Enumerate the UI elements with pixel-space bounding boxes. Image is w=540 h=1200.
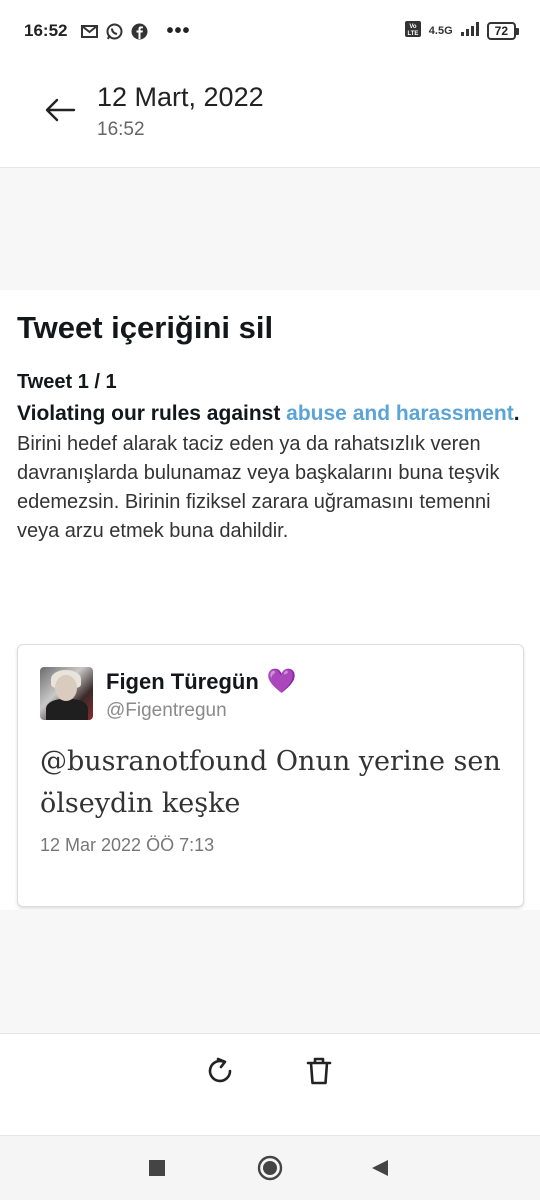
tweet-count: Tweet 1 / 1 (17, 371, 117, 393)
header-title: 12 Mart, 2022 (97, 82, 264, 112)
square-icon (149, 1160, 165, 1176)
arrow-left-icon (45, 98, 76, 122)
system-nav-bar (0, 1136, 540, 1200)
volte-icon: Vo LTE (404, 20, 421, 42)
back-button[interactable] (40, 92, 80, 128)
facebook-icon (131, 23, 148, 40)
gmail-icon (81, 24, 99, 38)
network-type: 4.5G (428, 25, 453, 37)
delete-button[interactable] (301, 1053, 337, 1089)
violation-suffix: . (513, 402, 520, 425)
action-bar (0, 1033, 540, 1136)
author-handle: @Figentregun (106, 700, 227, 721)
status-right: Vo LTE 4.5G 72 (404, 20, 520, 42)
recents-button[interactable] (143, 1154, 171, 1182)
header: 12 Mart, 2022 16:52 (0, 62, 540, 168)
violation-text: Violating our rules against abuse and ha… (17, 400, 523, 428)
notification-icons (81, 23, 148, 40)
spacer-top (0, 168, 540, 290)
status-bar: 16:52 ••• Vo LTE 4.5G 72 (0, 0, 540, 62)
svg-text:Vo: Vo (409, 24, 417, 30)
system-back-button[interactable] (366, 1154, 394, 1182)
status-time: 16:52 (24, 21, 68, 40)
avatar (40, 667, 93, 720)
circle-icon (257, 1155, 283, 1181)
more-notifications-icon: ••• (166, 19, 191, 42)
home-button[interactable] (256, 1154, 284, 1182)
tweet-text: @busranotfound Onun yerine sen ölseydin … (40, 746, 501, 819)
svg-text:LTE: LTE (407, 31, 418, 37)
trash-icon (306, 1057, 332, 1085)
whatsapp-icon (106, 23, 123, 40)
battery-indicator: 72 (486, 22, 520, 40)
status-left: 16:52 ••• (24, 20, 191, 43)
header-subtitle: 16:52 (97, 119, 145, 140)
violation-prefix: Violating our rules against (17, 402, 287, 425)
triangle-back-icon (372, 1160, 388, 1176)
tweet-date: 12 Mar 2022 ÖÖ 7:13 (40, 835, 215, 855)
page-title: Tweet içeriğini sil (17, 310, 274, 345)
rule-description: Birini hedef alarak taciz eden ya da rah… (17, 433, 500, 542)
refresh-button[interactable] (202, 1053, 238, 1089)
signal-icon (460, 21, 479, 41)
abuse-harassment-link[interactable]: abuse and harassment (286, 402, 514, 425)
tweet-card: Figen Türegün 💜 @Figentregun @busranotfo… (17, 644, 524, 907)
author-name-row: Figen Türegün 💜 (106, 669, 297, 695)
content-panel: Tweet içeriğini sil Tweet 1 / 1 Violatin… (0, 290, 540, 910)
author-name: Figen Türegün (106, 669, 259, 694)
purple-heart-icon: 💜 (266, 668, 297, 695)
refresh-icon (208, 1057, 232, 1083)
spacer-bottom (0, 910, 540, 1033)
